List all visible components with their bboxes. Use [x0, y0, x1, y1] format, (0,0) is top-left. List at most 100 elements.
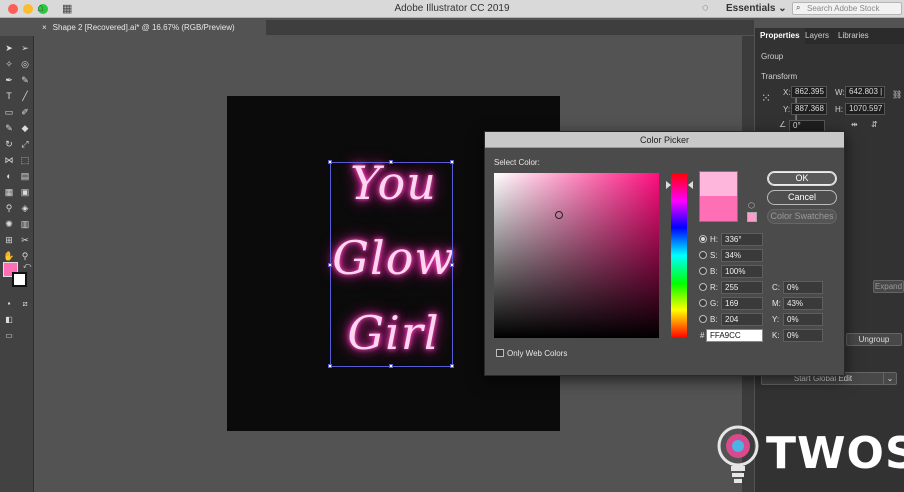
paintbrush-tool-icon[interactable]: ✐: [18, 106, 32, 118]
screen-mode-icon[interactable]: ▭: [2, 330, 16, 342]
hue-slider-left-arrow-icon[interactable]: [666, 181, 671, 189]
resize-handle[interactable]: [328, 160, 332, 164]
rotate-tool-icon[interactable]: ↻: [2, 138, 16, 150]
symbol-sprayer-tool-icon[interactable]: ✺: [2, 218, 16, 230]
curvature-tool-icon[interactable]: ✎: [18, 74, 32, 86]
shaper-tool-icon[interactable]: ✎: [2, 122, 16, 134]
close-tab-icon[interactable]: ×: [42, 23, 47, 32]
x-field[interactable]: 862.395 |: [791, 86, 827, 106]
w-field[interactable]: 642.803 |: [845, 86, 885, 98]
web-safe-swatch[interactable]: [747, 212, 757, 222]
draw-mode-icon[interactable]: ◧: [2, 314, 16, 326]
cyan-field[interactable]: 0%: [783, 281, 823, 294]
saturation-radio[interactable]: [699, 251, 707, 259]
tab-properties[interactable]: Properties: [755, 28, 805, 44]
y-field[interactable]: 887.368 |: [791, 103, 827, 123]
hue-slider-right-arrow-icon[interactable]: [688, 181, 693, 189]
lightbulb-icon[interactable]: ◌: [702, 2, 709, 14]
workspace-switcher[interactable]: Essentials ⌄: [726, 3, 787, 14]
resize-handle[interactable]: [389, 364, 393, 368]
tab-libraries[interactable]: Libraries: [833, 28, 874, 44]
free-transform-tool-icon[interactable]: ⬚: [18, 154, 32, 166]
hue-slider[interactable]: [671, 173, 687, 338]
select-color-label: Select Color:: [494, 158, 540, 167]
ok-button[interactable]: OK: [767, 171, 837, 186]
color-field-cursor[interactable]: [555, 211, 563, 219]
saturation-field[interactable]: 34%: [721, 249, 763, 262]
document-tab[interactable]: × Shape 2 [Recovered].ai* @ 16.67% (RGB/P…: [36, 20, 266, 35]
line-tool-icon[interactable]: ╱: [18, 90, 32, 102]
swap-fill-stroke-icon[interactable]: ⤺: [20, 260, 34, 272]
expand-button[interactable]: Expand: [873, 280, 904, 293]
flip-horizontal-icon[interactable]: ⇹: [851, 120, 858, 129]
watermark-text: TWOS: [766, 428, 904, 479]
eyedropper-tool-icon[interactable]: ⚲: [2, 202, 16, 214]
out-of-web-gamut-icon[interactable]: ⬡: [748, 201, 755, 210]
only-web-colors-checkbox[interactable]: [496, 349, 504, 357]
tab-layers[interactable]: Layers: [800, 28, 834, 44]
blue-radio[interactable]: [699, 315, 707, 323]
green-field[interactable]: 169: [721, 297, 763, 310]
shape-builder-tool-icon[interactable]: ◐: [2, 170, 16, 182]
red-radio[interactable]: [699, 283, 707, 291]
selection-tool-icon[interactable]: ➤: [2, 42, 16, 54]
h-field[interactable]: 1070.597: [845, 103, 885, 115]
black-field[interactable]: 0%: [783, 329, 823, 342]
resize-handle[interactable]: [328, 263, 332, 267]
blue-field[interactable]: 204: [721, 313, 763, 326]
color-field[interactable]: [494, 173, 659, 338]
hue-field[interactable]: 336°: [721, 233, 763, 246]
red-field[interactable]: 255: [721, 281, 763, 294]
lightbulb-logo-icon: [717, 425, 759, 483]
resize-handle[interactable]: [328, 364, 332, 368]
none-mode-icon[interactable]: ⧄: [18, 298, 32, 310]
brightness-field[interactable]: 100%: [721, 265, 763, 278]
flip-vertical-icon[interactable]: ⇵: [871, 120, 878, 129]
resize-handle[interactable]: [450, 160, 454, 164]
magenta-field[interactable]: 43%: [783, 297, 823, 310]
hex-field[interactable]: FFA9CC: [706, 329, 763, 342]
pen-tool-icon[interactable]: ✒: [2, 74, 16, 86]
blend-tool-icon[interactable]: ◈: [18, 202, 32, 214]
cancel-button[interactable]: Cancel: [767, 190, 837, 205]
color-swatches-button[interactable]: Color Swatches: [767, 209, 837, 224]
color-mode-icon[interactable]: ▪: [2, 298, 16, 310]
m-label: M:: [772, 299, 781, 308]
search-icon: ⌕: [796, 3, 801, 12]
perspective-grid-tool-icon[interactable]: ▤: [18, 170, 32, 182]
rotate-icon: ∠: [779, 120, 787, 129]
resize-handle[interactable]: [450, 263, 454, 267]
eraser-tool-icon[interactable]: ◆: [18, 122, 32, 134]
hand-tool-icon[interactable]: ✋: [2, 250, 16, 262]
global-edit-dropdown[interactable]: ⌄: [883, 372, 897, 385]
scale-tool-icon[interactable]: ⤢: [18, 138, 32, 150]
magic-wand-tool-icon[interactable]: ✧: [2, 58, 16, 70]
x-label: X:: [783, 88, 791, 97]
current-color-swatch[interactable]: [699, 196, 738, 222]
link-icon[interactable]: ⛓: [892, 90, 902, 99]
yellow-field[interactable]: 0%: [783, 313, 823, 326]
lasso-tool-icon[interactable]: ◎: [18, 58, 32, 70]
gradient-tool-icon[interactable]: ▣: [18, 186, 32, 198]
hash-label: #: [700, 331, 705, 340]
k-label: K:: [772, 331, 780, 340]
stroke-swatch[interactable]: [12, 272, 27, 287]
column-graph-tool-icon[interactable]: ▥: [18, 218, 32, 230]
resize-handle[interactable]: [450, 364, 454, 368]
slice-tool-icon[interactable]: ✂: [18, 234, 32, 246]
document-tab-bar: × Shape 2 [Recovered].ai* @ 16.67% (RGB/P…: [36, 20, 754, 35]
brightness-radio[interactable]: [699, 267, 707, 275]
width-tool-icon[interactable]: ⋈: [2, 154, 16, 166]
reference-point-icon[interactable]: ⁙: [761, 91, 771, 105]
stock-search-input[interactable]: Search Adobe Stock: [792, 2, 902, 15]
direct-selection-tool-icon[interactable]: ➢: [18, 42, 32, 54]
green-radio[interactable]: [699, 299, 707, 307]
type-tool-icon[interactable]: T: [2, 90, 16, 102]
rectangle-tool-icon[interactable]: ▭: [2, 106, 16, 118]
mesh-tool-icon[interactable]: ▦: [2, 186, 16, 198]
selection-bounding-box[interactable]: [328, 160, 454, 368]
ungroup-button[interactable]: Ungroup: [846, 333, 902, 346]
artboard-tool-icon[interactable]: ⊞: [2, 234, 16, 246]
resize-handle[interactable]: [389, 160, 393, 164]
hue-radio[interactable]: [699, 235, 707, 243]
